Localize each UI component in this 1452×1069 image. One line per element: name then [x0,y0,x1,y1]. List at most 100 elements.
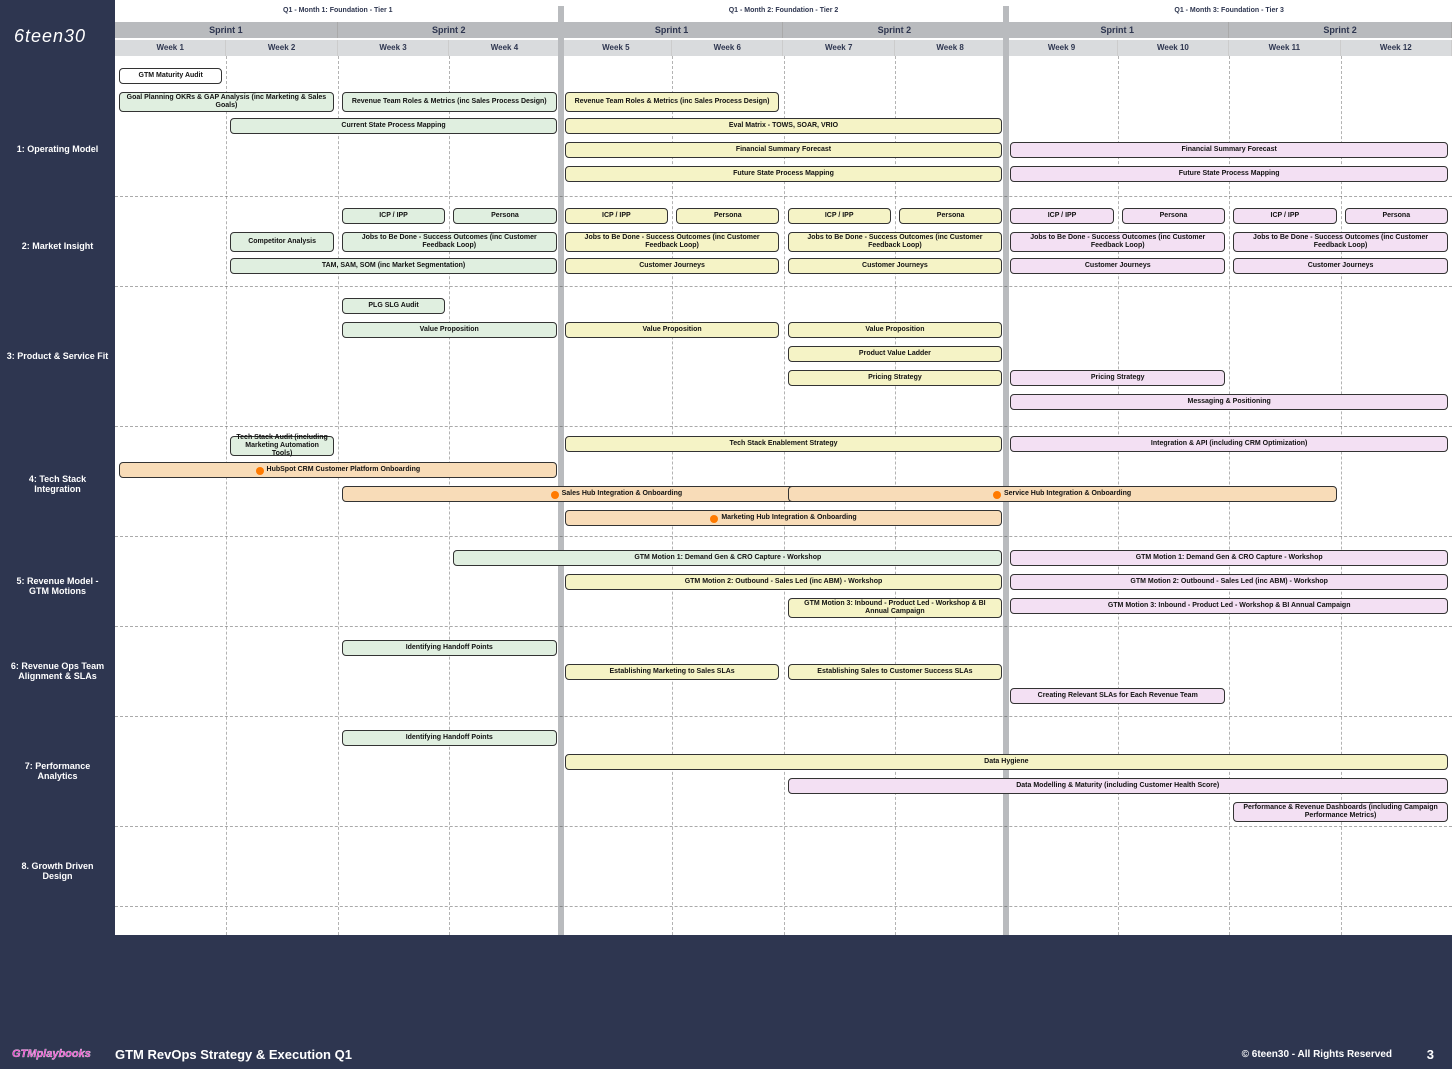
gantt-task: Value Proposition [342,322,557,338]
gantt-task: TAM, SAM, SOM (inc Market Segmentation) [230,258,556,274]
gantt-task: Service Hub Integration & Onboarding [788,486,1337,502]
page-number: 3 [1427,1047,1434,1062]
gantt-task: Financial Summary Forecast [1010,142,1448,158]
gantt-task: Creating Relevant SLAs for Each Revenue … [1010,688,1225,704]
gantt-task: Persona [453,208,556,224]
gantt-task: Persona [899,208,1002,224]
row-label: 8. Growth Driven Design [0,846,115,896]
gantt-task: Tech Stack Audit (including Marketing Au… [230,436,333,456]
row-label: 2: Market Insight [0,206,115,286]
gantt-task: Future State Process Mapping [1010,166,1448,182]
gantt-task: Jobs to Be Done - Success Outcomes (inc … [1010,232,1225,252]
week-label: Week 7 [783,40,894,56]
gantt-task: Data Hygiene [565,754,1448,770]
row-label: 7: Performance Analytics [0,736,115,806]
gantt-task: GTM Maturity Audit [119,68,222,84]
week-label: Week 3 [338,40,449,56]
month-label: Q1 - Month 3: Foundation - Tier 3 [1006,6,1452,18]
week-label: Week 10 [1118,40,1229,56]
copyright: © 6teen30 - All Rights Reserved [1242,1049,1392,1060]
gantt-task: Establishing Marketing to Sales SLAs [565,664,780,680]
gantt-task: Customer Journeys [788,258,1003,274]
gantt-task: Establishing Sales to Customer Success S… [788,664,1003,680]
week-label: Week 6 [672,40,783,56]
gantt-task: Data Modelling & Maturity (including Cus… [788,778,1449,794]
gantt-task: Performance & Revenue Dashboards (includ… [1233,802,1448,822]
gantt-task: Messaging & Positioning [1010,394,1448,410]
gantt-task: Customer Journeys [1010,258,1225,274]
hubspot-icon [256,467,264,475]
week-label: Week 8 [895,40,1006,56]
gantt-task: ICP / IPP [565,208,668,224]
gantt-task: Customer Journeys [1233,258,1448,274]
gantt-task: Jobs to Be Done - Success Outcomes (inc … [788,232,1003,252]
sprint-label: Sprint 1 [115,22,338,38]
gantt-task: Jobs to Be Done - Success Outcomes (inc … [1233,232,1448,252]
months-header: Q1 - Month 1: Foundation - Tier 1 Q1 - Mo… [115,6,1452,18]
hubspot-icon [993,491,1001,499]
gantt-task: Pricing Strategy [788,370,1003,386]
gantt-task: Current State Process Mapping [230,118,556,134]
weeks-header: Week 1Week 2Week 3Week 4Week 5Week 6Week… [115,40,1452,56]
hubspot-icon [551,491,559,499]
gantt-task: Jobs to Be Done - Success Outcomes (inc … [565,232,780,252]
gantt-task: Persona [1122,208,1225,224]
gantt-task: Pricing Strategy [1010,370,1225,386]
gantt-task: Tech Stack Enablement Strategy [565,436,1003,452]
gantt-task: Eval Matrix - TOWS, SOAR, VRIO [565,118,1003,134]
gantt-task: GTM Motion 2: Outbound - Sales Led (inc … [565,574,1003,590]
gantt-task: GTM Motion 3: Inbound - Product Led - Wo… [788,598,1003,618]
week-label: Week 11 [1229,40,1340,56]
gantt-task: Future State Process Mapping [565,166,1003,182]
gantt-task: Value Proposition [788,322,1003,338]
gantt-task: Integration & API (including CRM Optimiz… [1010,436,1448,452]
week-label: Week 4 [449,40,560,56]
week-label: Week 5 [561,40,672,56]
gantt-task: Jobs to Be Done - Success Outcomes (inc … [342,232,557,252]
sprint-label: Sprint 2 [338,22,561,38]
gantt-task: Identifying Handoff Points [342,730,557,746]
gantt-task: GTM Motion 1: Demand Gen & CRO Capture -… [453,550,1002,566]
row-label: 1: Operating Model [0,104,115,194]
gantt-task: Identifying Handoff Points [342,640,557,656]
row-label: 5: Revenue Model - GTM Motions [0,551,115,621]
gantt-task: GTM Motion 3: Inbound - Product Led - Wo… [1010,598,1448,614]
gantt-task: GTM Motion 2: Outbound - Sales Led (inc … [1010,574,1448,590]
week-label: Week 2 [226,40,337,56]
week-label: Week 9 [1006,40,1117,56]
row-label: 4: Tech Stack Integration [0,436,115,531]
page-footer: GTMplaybooks GTM RevOps Strategy & Execu… [0,1039,1452,1069]
gantt-task: Goal Planning OKRs & GAP Analysis (inc M… [119,92,334,112]
brand-logo: 6teen30 [14,26,86,47]
gantt-task: Persona [676,208,779,224]
row-label: 3: Product & Service Fit [0,301,115,411]
gantt-task: Value Proposition [565,322,780,338]
gantt-task: Marketing Hub Integration & Onboarding [565,510,1003,526]
sprint-label: Sprint 1 [561,22,784,38]
gantt-task: Financial Summary Forecast [565,142,1003,158]
sprint-label: Sprint 1 [1006,22,1229,38]
gantt-task: ICP / IPP [1233,208,1336,224]
gantt-task: Persona [1345,208,1448,224]
page-title: GTM RevOps Strategy & Execution Q1 [115,1047,352,1062]
gantt-task: PLG SLG Audit [342,298,445,314]
week-label: Week 12 [1341,40,1452,56]
gantt-task: GTM Motion 1: Demand Gen & CRO Capture -… [1010,550,1448,566]
month-label: Q1 - Month 1: Foundation - Tier 1 [115,6,561,18]
week-label: Week 1 [115,40,226,56]
gantt-task: Competitor Analysis [230,232,333,252]
sprint-label: Sprint 2 [783,22,1006,38]
gantt-task: ICP / IPP [788,208,891,224]
footer-brand: GTMplaybooks [12,1048,91,1060]
gantt-task: Revenue Team Roles & Metrics (inc Sales … [342,92,557,112]
gantt-body: GTM Maturity Audit Goal Planning OKRs & G… [115,56,1452,935]
gantt-task: Product Value Ladder [788,346,1003,362]
sprint-label: Sprint 2 [1229,22,1452,38]
hubspot-icon [710,515,718,523]
gantt-task: Customer Journeys [565,258,780,274]
gantt-task: HubSpot CRM Customer Platform Onboarding [119,462,557,478]
gantt-task: Revenue Team Roles & Metrics (inc Sales … [565,92,780,112]
row-label: 6: Revenue Ops Team Alignment & SLAs [0,636,115,706]
sprints-header: Sprint 1Sprint 2Sprint 1Sprint 2Sprint 1… [115,22,1452,38]
gantt-task: ICP / IPP [342,208,445,224]
